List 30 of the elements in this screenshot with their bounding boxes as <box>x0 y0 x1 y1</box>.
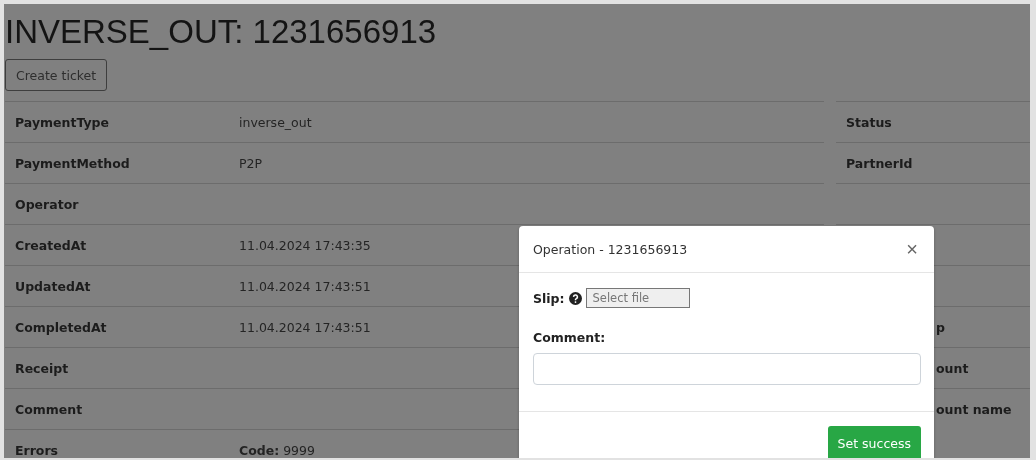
field-value: inverse_out <box>239 114 312 130</box>
field-value: 11.04.2024 17:43:35 <box>239 237 371 253</box>
file-field[interactable]: Select file <box>585 288 690 308</box>
help-icon[interactable] <box>568 291 582 305</box>
field-label: CompletedAt <box>14 319 108 335</box>
field-label: Comment <box>14 401 84 417</box>
slip-label: Slip: <box>533 290 565 306</box>
field-value: 11.04.2024 17:43:51 <box>239 278 371 294</box>
field-value: Code: 9999 <box>239 442 315 458</box>
field-label: Operator <box>14 196 80 212</box>
field-label: CreatedAt <box>14 237 88 253</box>
field-label: Receipt <box>14 360 70 376</box>
comment-field[interactable] <box>533 353 921 385</box>
page-title: INVERSE_OUT: 1231656913 <box>4 12 438 52</box>
set-success-button[interactable]: Set success <box>827 426 921 458</box>
field-value: P2P <box>239 155 263 171</box>
field-label: ount name <box>935 401 1012 417</box>
field-label: PaymentMethod <box>14 155 131 171</box>
field-label: PaymentType <box>14 114 111 130</box>
comment-label: Comment: <box>533 330 607 345</box>
close-button[interactable]: × <box>904 239 920 259</box>
field-label: Status <box>845 114 892 130</box>
field-value: 11.04.2024 17:43:51 <box>239 319 371 335</box>
field-label: PartnerId <box>845 155 913 171</box>
modal-title: Operation - 1231656913 <box>533 241 688 257</box>
field-label: Errors <box>14 442 60 458</box>
create-ticket-button[interactable]: Create ticket <box>5 59 108 91</box>
field-label: UpdatedAt <box>14 278 92 294</box>
field-label: p <box>935 319 945 335</box>
field-label: ount <box>935 360 969 376</box>
